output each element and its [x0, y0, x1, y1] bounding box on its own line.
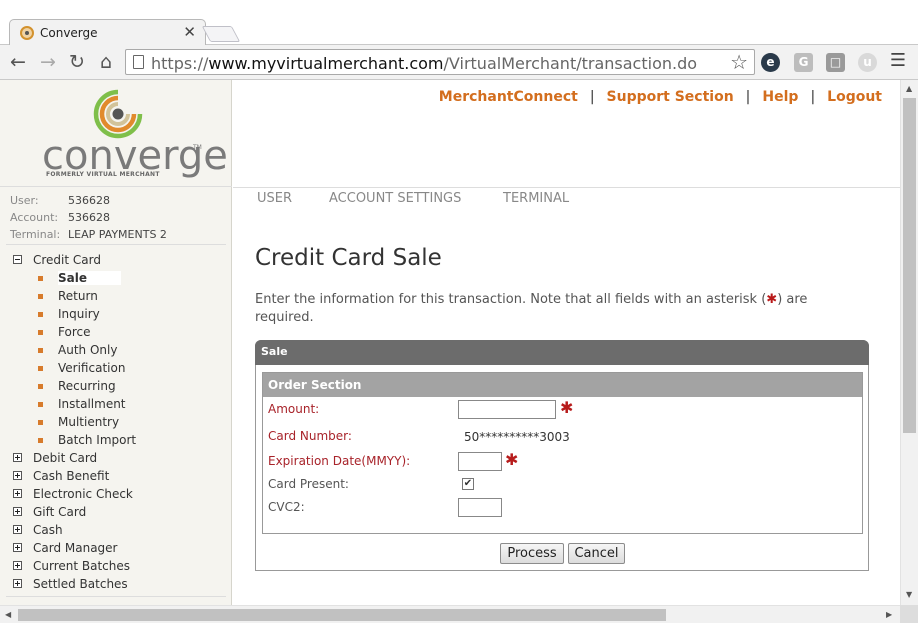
card-present-checkbox[interactable]: ✔ — [462, 478, 474, 490]
expand-icon[interactable] — [13, 453, 22, 462]
required-asterisk-icon: ✱ — [505, 450, 519, 469]
merchantconnect-link[interactable]: MerchantConnect — [439, 89, 578, 105]
expand-icon[interactable] — [13, 543, 22, 552]
new-tab-button[interactable] — [201, 26, 241, 42]
converge-logo[interactable]: converge TM FORMERLY VIRTUAL MERCHANT — [0, 80, 232, 187]
back-arrow-icon[interactable]: ← — [6, 50, 30, 74]
vertical-scroll-thumb[interactable] — [903, 98, 916, 433]
card-number-label: Card Number: — [268, 429, 352, 443]
reload-icon[interactable]: ↻ — [65, 50, 89, 74]
intro-text: Enter the information for this transacti… — [255, 292, 808, 325]
extension-e-icon[interactable]: e — [761, 53, 780, 72]
home-icon[interactable]: ⌂ — [94, 50, 118, 74]
account-info: Account: 536628 — [10, 211, 110, 224]
bullet-icon — [38, 438, 43, 443]
bullet-icon — [38, 330, 43, 335]
expand-icon[interactable] — [13, 471, 22, 480]
tab-close-icon[interactable]: ✕ — [183, 23, 196, 41]
page-icon — [133, 55, 144, 69]
browser-titlebar: Converge ✕ — [0, 0, 918, 46]
cvc2-label: CVC2: — [268, 500, 305, 514]
main-content: MerchantConnect | Support Section | Help | Log… — [233, 80, 900, 605]
amount-label: Amount: — [268, 402, 320, 416]
bullet-icon — [38, 420, 43, 425]
tab-account-settings[interactable]: ACCOUNT SETTINGS — [329, 191, 461, 206]
tab-title: Converge — [40, 26, 98, 40]
logo-trademark: TM — [193, 144, 202, 151]
tab-user[interactable]: USER — [257, 191, 292, 206]
extension-g-icon[interactable]: G — [794, 53, 813, 72]
expiration-input[interactable] — [458, 452, 502, 471]
scroll-right-icon[interactable]: ▶ — [886, 610, 892, 619]
amount-input[interactable] — [458, 400, 556, 419]
asterisk-icon: ✱ — [766, 292, 778, 307]
browser-toolbar: ← → ↻ ⌂ https://www.myvirtualmerchant.co… — [0, 45, 918, 80]
browser-menu-icon[interactable]: ☰ — [890, 50, 906, 71]
expiration-label: Expiration Date(MMYY): — [268, 454, 411, 468]
terminal-info: Terminal: LEAP PAYMENTS 2 — [10, 228, 167, 241]
vertical-scrollbar[interactable]: ▲ ▼ — [900, 80, 918, 605]
bullet-icon — [38, 276, 43, 281]
link-separator: | — [745, 89, 751, 105]
required-asterisk-icon: ✱ — [560, 398, 574, 417]
page-viewport: converge TM FORMERLY VIRTUAL MERCHANT Us… — [0, 80, 900, 605]
sale-panel-header: Sale — [255, 340, 869, 365]
bookmark-star-icon[interactable]: ☆ — [730, 50, 748, 74]
address-bar[interactable]: https://www.myvirtualmerchant.com/Virtua… — [125, 49, 755, 75]
bullet-icon — [38, 348, 43, 353]
horizontal-scrollbar[interactable]: ◀ ▶ — [0, 605, 900, 623]
sidebar: converge TM FORMERLY VIRTUAL MERCHANT Us… — [0, 80, 232, 605]
horizontal-scroll-thumb[interactable] — [18, 609, 666, 621]
expand-icon[interactable] — [13, 579, 22, 588]
bullet-icon — [38, 312, 43, 317]
bullet-icon — [38, 366, 43, 371]
logout-link[interactable]: Logout — [827, 89, 882, 105]
converge-favicon-icon — [20, 26, 34, 40]
scroll-up-icon[interactable]: ▲ — [906, 84, 912, 93]
bullet-icon — [38, 402, 43, 407]
tab-terminal[interactable]: TERMINAL — [503, 191, 569, 206]
extension-u-icon[interactable]: u — [858, 53, 877, 72]
scrollbar-corner — [900, 605, 918, 623]
forward-arrow-icon[interactable]: → — [36, 50, 60, 74]
order-section-header: Order Section — [263, 373, 862, 397]
card-number-value: 50**********3003 — [464, 430, 570, 444]
card-present-label: Card Present: — [268, 477, 349, 491]
url-text[interactable]: https://www.myvirtualmerchant.com/Virtua… — [151, 54, 697, 73]
sidebar-divider — [6, 596, 226, 597]
browser-tab[interactable]: Converge ✕ — [9, 19, 206, 46]
user-info: User: 536628 — [10, 194, 110, 207]
support-section-link[interactable]: Support Section — [607, 89, 734, 105]
cancel-button[interactable]: Cancel — [568, 543, 625, 564]
converge-logo-mark-icon — [93, 89, 143, 139]
cvc2-input[interactable] — [458, 498, 502, 517]
logo-subtitle: FORMERLY VIRTUAL MERCHANT — [46, 171, 160, 178]
extension-note-icon[interactable]: □ — [826, 53, 845, 72]
expand-icon[interactable] — [13, 561, 22, 570]
link-separator: | — [810, 89, 816, 105]
bullet-icon — [38, 384, 43, 389]
help-link[interactable]: Help — [762, 89, 798, 105]
sale-panel: Sale Order Section Amount: ✱ Card Number… — [255, 340, 869, 571]
collapse-icon[interactable] — [13, 255, 22, 264]
sidebar-divider — [6, 244, 226, 245]
page-title: Credit Card Sale — [255, 245, 442, 271]
scroll-down-icon[interactable]: ▼ — [906, 590, 912, 599]
expand-icon[interactable] — [13, 525, 22, 534]
expand-icon[interactable] — [13, 507, 22, 516]
process-button[interactable]: Process — [500, 543, 564, 564]
bullet-icon — [38, 294, 43, 299]
nav-divider — [233, 187, 900, 188]
order-section: Order Section Amount: ✱ Card Number: 50*… — [262, 372, 863, 534]
expand-icon[interactable] — [13, 489, 22, 498]
scroll-left-icon[interactable]: ◀ — [5, 610, 11, 619]
top-links: MerchantConnect | Support Section | Help | Log… — [439, 89, 882, 105]
link-separator: | — [589, 89, 595, 105]
